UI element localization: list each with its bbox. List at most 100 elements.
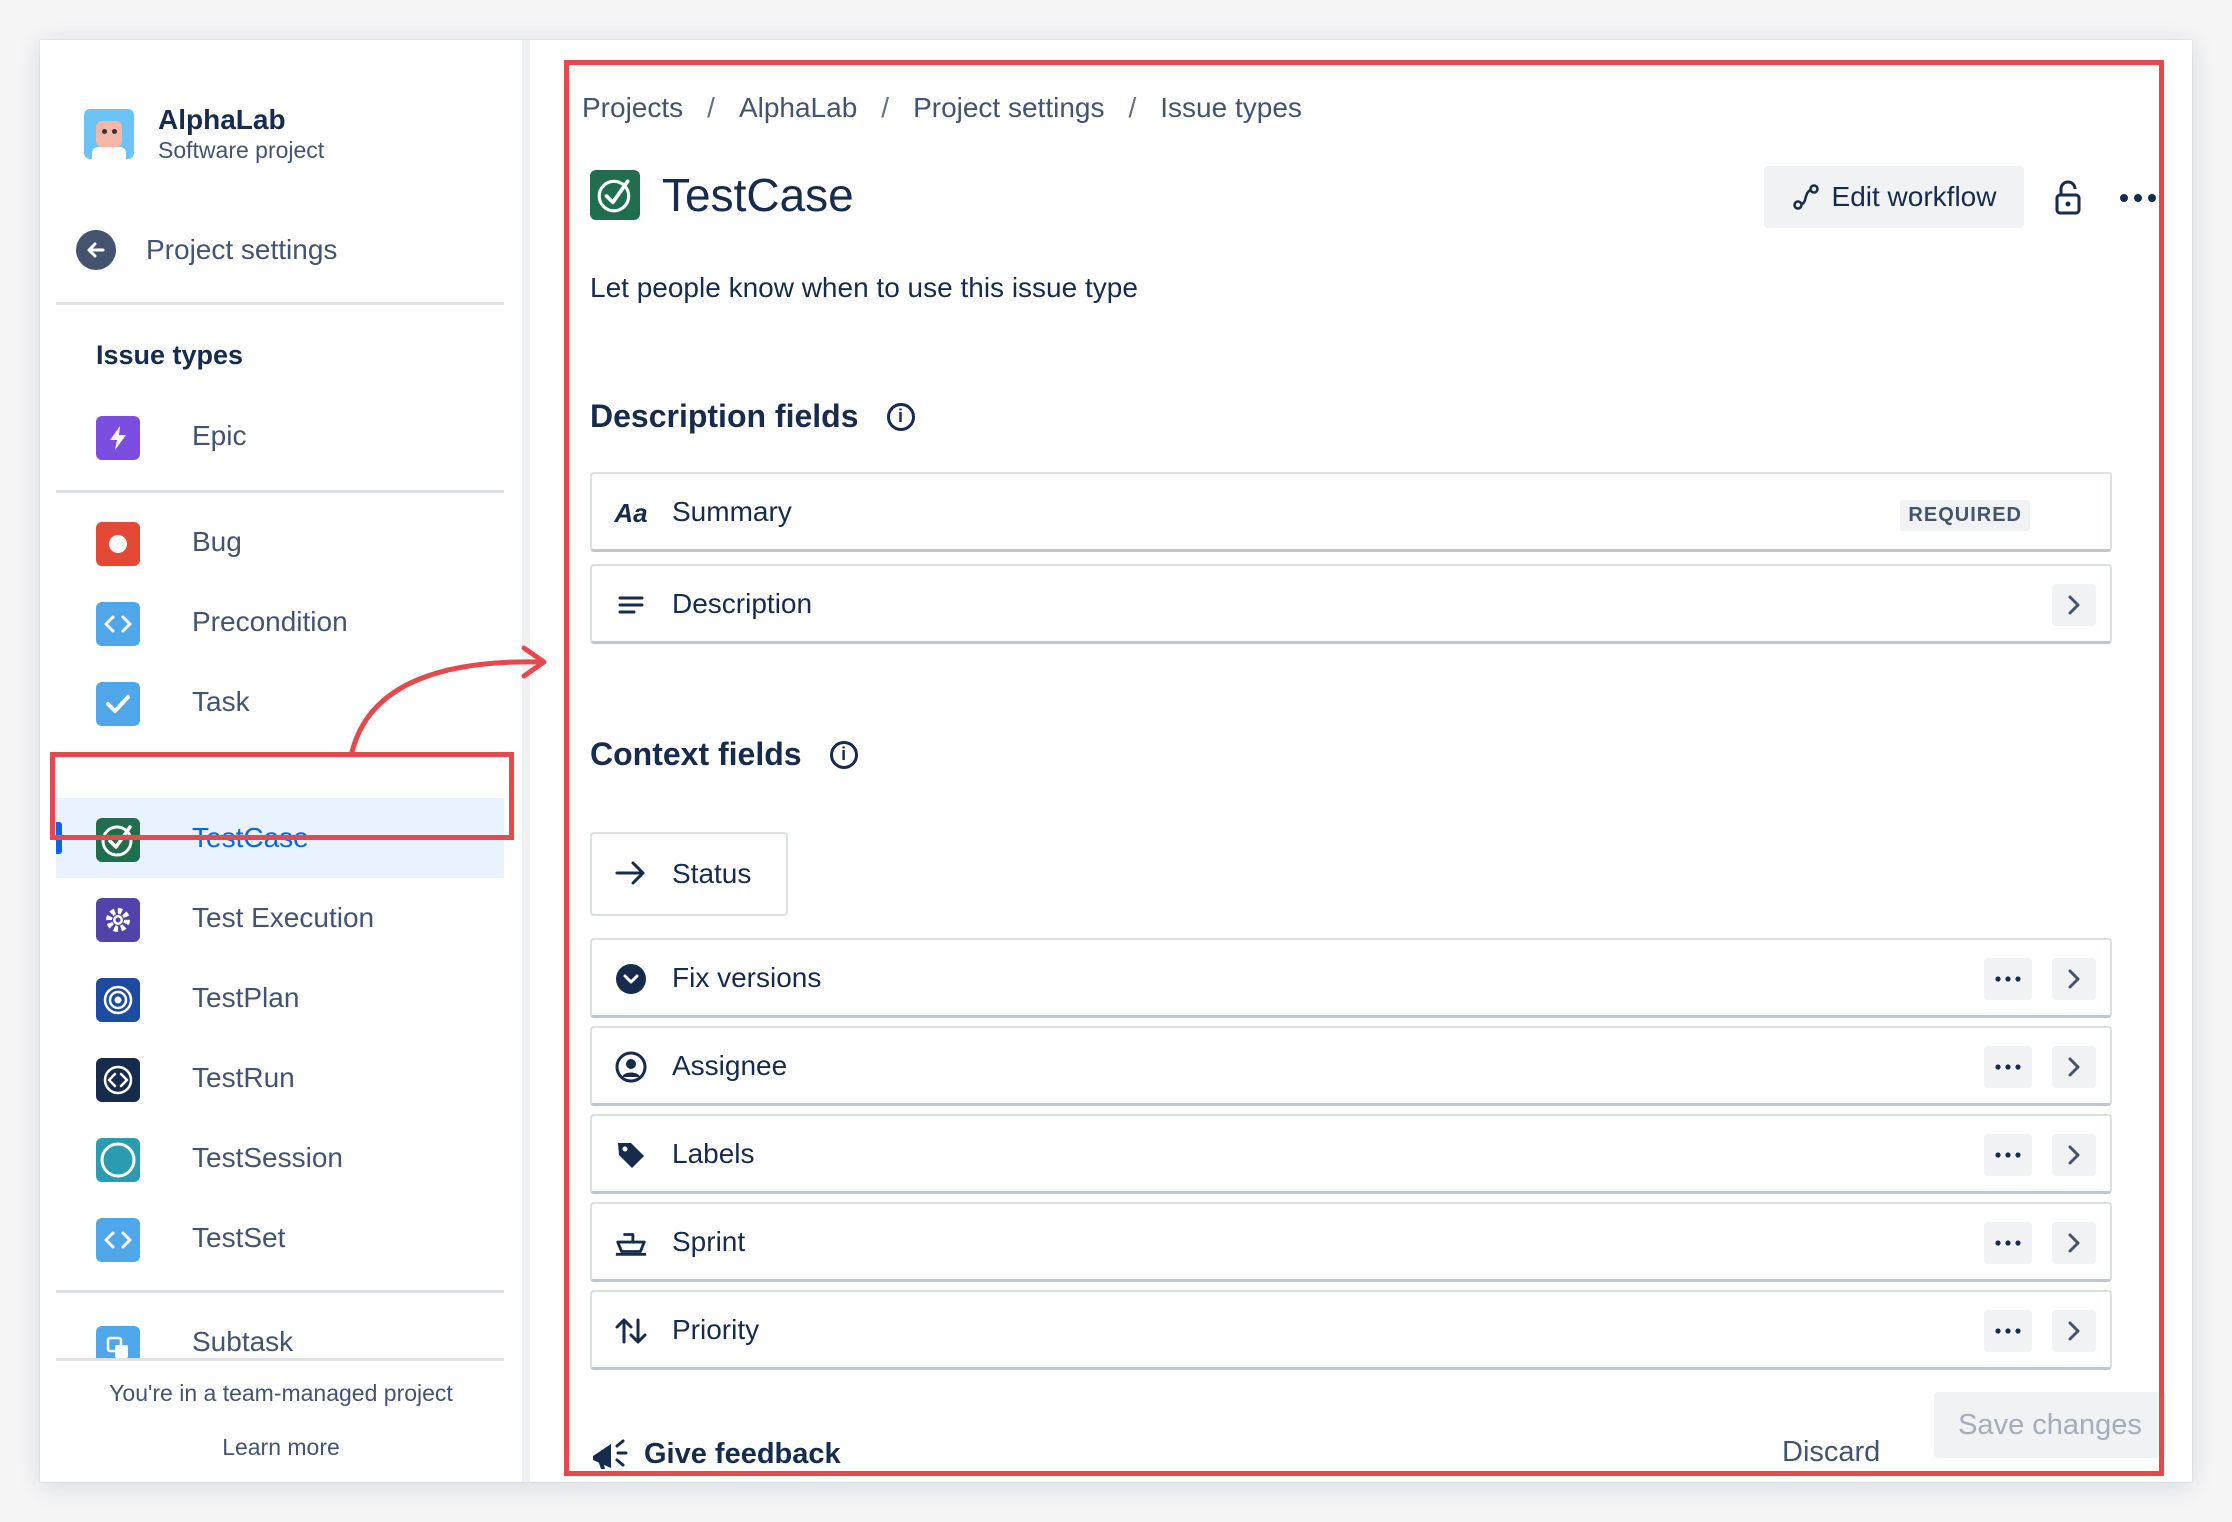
project-type: Software project (158, 137, 325, 163)
field-fix-versions[interactable]: Fix versions (590, 938, 2112, 1018)
code-icon (96, 1218, 140, 1262)
megaphone-icon (593, 1439, 628, 1469)
workflow-icon (1792, 184, 1819, 210)
field-more-button[interactable] (1984, 1134, 2032, 1176)
chevron-right-icon (2068, 1145, 2080, 1165)
arrow-right-icon (614, 858, 648, 893)
info-icon[interactable]: i (886, 402, 915, 431)
project-header[interactable]: AlphaLab Software project (84, 104, 324, 164)
sidebar-item-label: Epic (192, 420, 247, 451)
sidebar-item-testsession[interactable]: TestSession (56, 1118, 504, 1198)
field-label: Labels (672, 1137, 755, 1169)
sidebar-item-testset[interactable]: TestSet (56, 1198, 504, 1278)
gear-icon (96, 898, 140, 942)
project-name: AlphaLab (158, 104, 286, 135)
field-label: Summary (672, 495, 792, 527)
more-icon (1995, 1064, 2021, 1070)
page-title[interactable]: TestCase (662, 168, 854, 222)
chevron-right-icon (2068, 595, 2080, 615)
more-actions-button[interactable] (2110, 174, 2166, 222)
field-label: Status (672, 858, 752, 889)
code-icon (96, 602, 140, 646)
main-content: Projects / AlphaLab / Project settings /… (530, 40, 2192, 1482)
unlock-icon (2055, 180, 2081, 215)
project-avatar (84, 109, 134, 159)
field-priority[interactable]: Priority (590, 1290, 2112, 1370)
epic-icon (96, 416, 140, 460)
field-labels[interactable]: Labels (590, 1114, 2112, 1194)
more-icon (1995, 1152, 2021, 1158)
expand-button[interactable] (2052, 1134, 2096, 1176)
required-badge: REQUIRED (1900, 500, 2030, 531)
field-sprint[interactable]: Sprint (590, 1202, 2112, 1282)
field-label: Assignee (672, 1049, 788, 1081)
sidebar-item-testrun[interactable]: TestRun (56, 1038, 504, 1118)
field-more-button[interactable] (1984, 1310, 2032, 1352)
divider (56, 1290, 504, 1293)
version-icon (614, 962, 648, 996)
divider (56, 302, 504, 305)
sidebar-item-bug[interactable]: Bug (56, 502, 504, 582)
field-status[interactable]: Status (590, 832, 788, 916)
chevron-right-icon (2068, 1233, 2080, 1253)
issue-type-description[interactable]: Let people know when to use this issue t… (590, 272, 1138, 304)
sidebar-item-testplan[interactable]: TestPlan (56, 958, 504, 1038)
field-label: Sprint (672, 1225, 746, 1257)
edit-workflow-label: Edit workflow (1831, 181, 1997, 212)
expand-button[interactable] (2052, 958, 2096, 1000)
field-more-button[interactable] (1984, 1222, 2032, 1264)
field-description[interactable]: Description (590, 564, 2112, 644)
discard-button[interactable]: Discard (1782, 1436, 1880, 1469)
field-summary[interactable]: Aa Summary REQUIRED (590, 472, 2112, 552)
app-window: AlphaLab Software project Project settin… (40, 40, 2192, 1482)
expand-button[interactable] (2052, 584, 2096, 626)
diamond-code-icon (96, 1058, 140, 1102)
bug-icon (96, 522, 140, 566)
sidebar-item-subtask[interactable]: Subtask (56, 1306, 504, 1360)
subtask-icon (96, 1326, 140, 1360)
edit-workflow-button[interactable]: Edit workflow (1764, 166, 2024, 228)
sidebar-item-epic[interactable]: Epic (56, 396, 504, 476)
field-assignee[interactable]: Assignee (590, 1026, 2112, 1106)
save-changes-button[interactable]: Save changes (1934, 1392, 2166, 1458)
more-icon (1995, 1328, 2021, 1334)
give-feedback-label: Give feedback (644, 1437, 841, 1470)
sidebar-item-label: Bug (192, 526, 242, 557)
restrictions-button[interactable] (2046, 174, 2090, 222)
field-more-button[interactable] (1984, 1046, 2032, 1088)
sidebar-item-label: Precondition (192, 606, 348, 637)
expand-button[interactable] (2052, 1046, 2096, 1088)
issue-types-heading: Issue types (96, 340, 244, 370)
testcase-icon (96, 818, 140, 862)
tag-icon (614, 1138, 648, 1172)
person-icon (614, 1050, 648, 1084)
sidebar-item-task[interactable]: Task (56, 662, 504, 742)
sidebar-item-test-execution[interactable]: Test Execution (56, 878, 504, 958)
more-icon (1995, 976, 2021, 982)
divider (56, 1358, 504, 1361)
sprint-icon (614, 1226, 648, 1260)
expand-button[interactable] (2052, 1222, 2096, 1264)
description-fields-heading: Description fields i (590, 398, 915, 435)
sidebar-item-testcase[interactable]: TestCase (56, 798, 504, 878)
info-icon[interactable]: i (829, 740, 858, 769)
sidebar-item-label: TestPlan (192, 982, 300, 1013)
back-to-project-settings[interactable]: Project settings (76, 230, 337, 270)
chevron-right-icon (2068, 1321, 2080, 1341)
arrow-left-icon (76, 230, 116, 270)
target-icon (96, 978, 140, 1022)
learn-more-link[interactable]: Learn more (40, 1434, 522, 1461)
sidebar-item-label: TestCase (192, 822, 309, 853)
testcase-icon (590, 170, 640, 220)
back-label: Project settings (146, 234, 338, 265)
sidebar: AlphaLab Software project Project settin… (40, 40, 530, 1482)
breadcrumb-project-settings[interactable]: Project settings (913, 92, 1104, 124)
field-more-button[interactable] (1984, 958, 2032, 1000)
breadcrumb-issue-types[interactable]: Issue types (1160, 92, 1302, 124)
context-fields-heading: Context fields i (590, 736, 858, 773)
give-feedback-button[interactable]: Give feedback (590, 1436, 841, 1472)
expand-button[interactable] (2052, 1310, 2096, 1352)
sidebar-item-precondition[interactable]: Precondition (56, 582, 504, 662)
breadcrumb-project[interactable]: AlphaLab (739, 92, 857, 124)
breadcrumb-projects[interactable]: Projects (582, 92, 683, 124)
